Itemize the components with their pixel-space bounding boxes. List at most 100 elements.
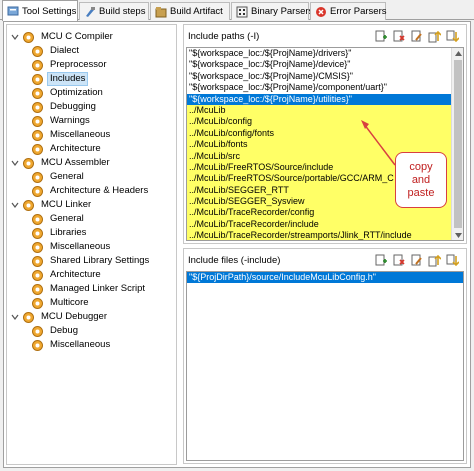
tree-node-assembler-general[interactable]: General [31, 170, 87, 184]
list-item[interactable]: ../McuLib/TraceRecorder/include [187, 218, 463, 231]
gear-icon [32, 45, 43, 57]
gear-icon [32, 87, 43, 99]
gear-icon [32, 213, 43, 225]
tab-tool-settings[interactable]: Tool Settings [2, 0, 78, 21]
scroll-down-icon[interactable] [452, 230, 463, 240]
chevron-down-icon[interactable] [10, 32, 20, 42]
settings-tree[interactable]: MCU C Compiler Dialect Preprocessor Incl… [6, 24, 177, 465]
scroll-up-icon[interactable] [452, 48, 463, 58]
add-button[interactable] [373, 253, 388, 267]
move-down-icon [446, 254, 459, 266]
move-down-button[interactable] [445, 29, 460, 43]
tree-node-architecture[interactable]: Architecture [31, 142, 104, 156]
tree-node-mcu-debugger[interactable]: MCU Debugger [10, 310, 110, 324]
gear-icon [32, 171, 43, 183]
list-item[interactable]: "${workspace_loc:/${ProjName}/utilities}… [187, 93, 463, 105]
tree-node-debugging[interactable]: Debugging [31, 100, 99, 114]
move-down-button[interactable] [445, 253, 460, 267]
gear-icon [32, 101, 43, 113]
include-paths-scrollbar[interactable] [451, 48, 463, 240]
gear-icon [32, 283, 43, 295]
gear-icon [32, 59, 43, 71]
include-paths-title: Include paths (-I) [188, 31, 260, 42]
build-steps-icon [86, 6, 95, 17]
tree-node-debugger-miscellaneous[interactable]: Miscellaneous [31, 338, 113, 352]
list-item[interactable]: ../McuLib/fonts [187, 139, 463, 151]
tree-node-mcu-assembler[interactable]: MCU Assembler [10, 156, 113, 170]
add-icon [375, 254, 387, 265]
binary-parsers-icon [236, 6, 248, 17]
gear-icon [32, 227, 43, 239]
tab-binary-parsers[interactable]: Binary Parsers [231, 2, 313, 20]
gear-icon [32, 325, 43, 337]
chevron-down-icon[interactable] [10, 312, 20, 322]
move-up-icon [428, 254, 441, 266]
tree-node-mcu-linker[interactable]: MCU Linker [10, 198, 94, 212]
edit-icon [411, 254, 422, 265]
tab-build-steps[interactable]: Build steps [79, 2, 149, 20]
tree-node-miscellaneous[interactable]: Miscellaneous [31, 128, 113, 142]
tree-node-preprocessor[interactable]: Preprocessor [31, 58, 110, 72]
chevron-down-icon[interactable] [10, 158, 20, 168]
list-item[interactable]: "${workspace_loc:/${ProjName}/drivers}" [187, 48, 463, 59]
move-up-button[interactable] [427, 253, 442, 267]
move-up-button[interactable] [427, 29, 442, 43]
edit-button[interactable] [409, 253, 424, 267]
settings-detail: Include paths (-I) "${workspace_loc:/${P… [183, 24, 467, 465]
include-paths-toolbar [373, 29, 460, 43]
list-item[interactable]: "${workspace_loc:/${ProjName}/device}" [187, 59, 463, 70]
tree-node-libraries[interactable]: Libraries [31, 226, 89, 240]
list-item[interactable]: ../McuLib/TraceRecorder/streamports/Jlin… [187, 230, 463, 240]
tree-node-dialect[interactable]: Dialect [31, 44, 82, 58]
tab-error-parsers[interactable]: Error Parsers [310, 2, 386, 20]
gear-icon [32, 269, 43, 281]
tree-node-debug[interactable]: Debug [31, 324, 81, 338]
edit-button[interactable] [409, 29, 424, 43]
include-files-title: Include files (-include) [188, 255, 281, 266]
gear-icon [32, 143, 43, 155]
tree-node-multicore[interactable]: Multicore [31, 296, 92, 310]
gear-icon [32, 241, 43, 253]
list-item[interactable]: "${workspace_loc:/${ProjName}/CMSIS}" [187, 71, 463, 82]
list-item[interactable]: ../McuLib/TraceRecorder/config [187, 207, 463, 219]
copy-paste-callout: copy and paste [395, 152, 447, 208]
list-item[interactable]: ../McuLib [187, 104, 463, 117]
tree-node-optimization[interactable]: Optimization [31, 86, 106, 100]
move-down-icon [446, 30, 459, 42]
tree-node-shared-library-settings[interactable]: Shared Library Settings [31, 254, 152, 268]
gear-icon [23, 157, 34, 169]
tree-node-mcu-c-compiler[interactable]: MCU C Compiler [10, 30, 116, 44]
build-artifact-icon [155, 6, 167, 17]
tree-node-managed-linker-script[interactable]: Managed Linker Script [31, 282, 148, 296]
gear-icon [32, 115, 43, 127]
gear-icon [23, 31, 34, 43]
delete-button[interactable] [391, 253, 406, 267]
include-files-toolbar [373, 253, 460, 267]
scroll-thumb[interactable] [454, 60, 462, 228]
tree-node-linker-general[interactable]: General [31, 212, 87, 226]
tree-node-linker-architecture[interactable]: Architecture [31, 268, 104, 282]
list-item[interactable]: "${workspace_loc:/${ProjName}/component/… [187, 82, 463, 93]
delete-icon [393, 30, 405, 41]
include-paths-list[interactable]: "${workspace_loc:/${ProjName}/drivers}" "… [186, 47, 464, 241]
include-files-list[interactable]: "${ProjDirPath}/source/IncludeMcuLibConf… [186, 271, 464, 461]
tree-node-includes[interactable]: Includes [31, 72, 89, 86]
tab-build-artifact[interactable]: Build Artifact [150, 2, 230, 20]
error-parsers-icon [316, 6, 326, 17]
edit-icon [411, 30, 422, 41]
gear-icon [32, 255, 43, 267]
tree-node-linker-miscellaneous[interactable]: Miscellaneous [31, 240, 113, 254]
tree-node-architecture-headers[interactable]: Architecture & Headers [31, 184, 151, 198]
add-button[interactable] [373, 29, 388, 43]
list-item[interactable]: "${ProjDirPath}/source/IncludeMcuLibConf… [187, 272, 463, 284]
delete-button[interactable] [391, 29, 406, 43]
add-icon [375, 30, 387, 41]
list-item[interactable]: ../McuLib/config/fonts [187, 127, 463, 140]
delete-icon [393, 254, 405, 265]
tree-node-warnings[interactable]: Warnings [31, 114, 93, 128]
list-item[interactable]: ../McuLib/config [187, 116, 463, 128]
gear-icon [32, 339, 43, 351]
chevron-down-icon[interactable] [10, 200, 20, 210]
tool-settings-icon [7, 6, 19, 16]
move-up-icon [428, 30, 441, 42]
